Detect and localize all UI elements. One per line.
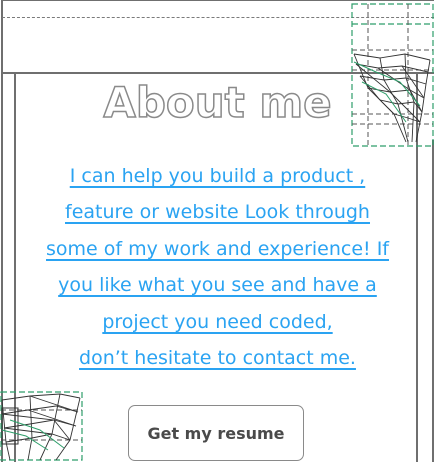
wireframe-mesh-icon: [0, 391, 83, 461]
about-line: feature or website Look through: [65, 201, 370, 224]
about-section: About me I can help you build a product …: [0, 0, 435, 462]
get-resume-button[interactable]: Get my resume: [128, 405, 304, 461]
about-line: project you need coded,: [102, 310, 333, 333]
about-line: don’t hesitate to contact me.: [79, 347, 356, 370]
about-line: I can help you build a product ,: [69, 165, 366, 187]
about-paragraph: I can help you build a product , feature…: [20, 158, 415, 376]
section-title: About me: [103, 77, 333, 128]
frame-right-edge: [432, 140, 434, 462]
about-line: you like what you see and have a: [58, 274, 377, 297]
frame-top-edge: [1, 0, 434, 1]
about-line: some of my work and experience! If: [46, 237, 389, 260]
